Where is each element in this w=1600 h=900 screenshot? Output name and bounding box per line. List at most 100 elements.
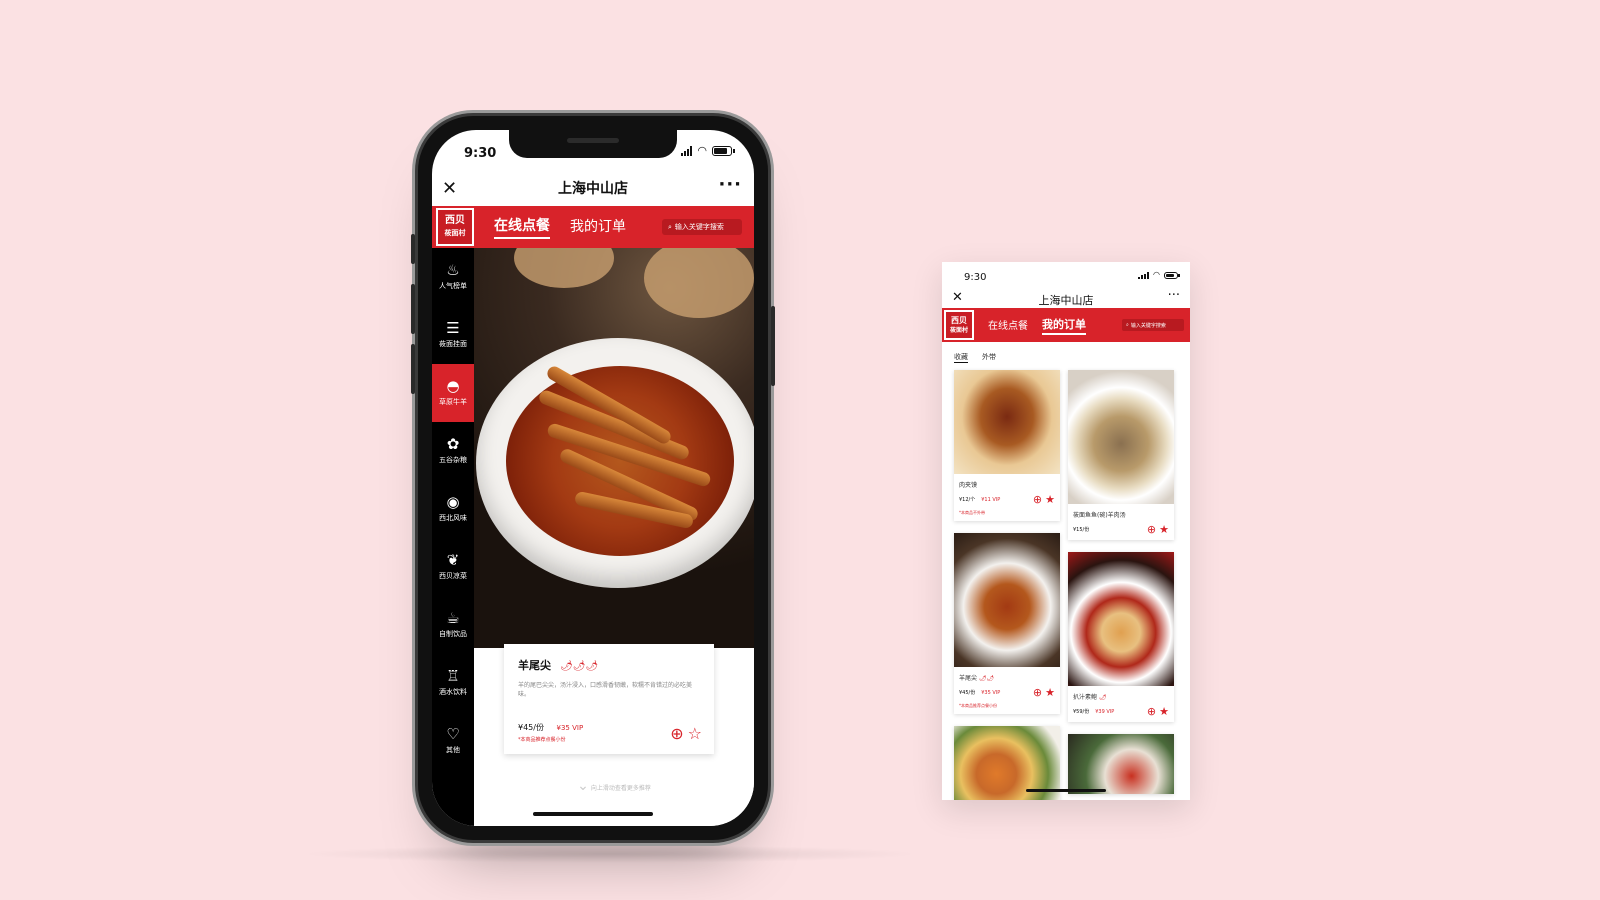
close-icon[interactable]: ✕ — [442, 178, 457, 199]
chevron-down-icon: ⌄ — [577, 778, 589, 794]
product-card[interactable]: 羊尾尖 🌶🌶 ¥45/份 ¥35 VIP ⊕ ★ *本商品推荐点餐小份 — [954, 533, 1060, 714]
product-image — [954, 370, 1060, 474]
product-image — [1068, 370, 1174, 504]
sidebar-item-noodles[interactable]: ☰ 莜面挂面 — [432, 306, 474, 364]
add-icon[interactable]: ⊕ — [1033, 493, 1042, 506]
brand-logo: 西贝 莜面村 — [944, 310, 974, 340]
bottle-icon: ♖ — [446, 667, 460, 685]
mini-program-titlebar: ✕ 上海中山店 ··· — [942, 288, 1190, 308]
notch — [509, 130, 677, 158]
header-bar: 西贝 莜面村 在线点餐 我的订单 ⌕ 输入关键字搜索 — [432, 206, 754, 248]
product-note: *本商品推荐点餐小份 — [959, 703, 997, 708]
add-icon[interactable]: ⊕ — [1147, 705, 1156, 718]
status-bar: 9:30 ◠ — [942, 262, 1190, 286]
chili-icon: 🌶 — [1098, 694, 1107, 701]
bowl-icon: ◓ — [446, 377, 460, 395]
battery-icon — [1164, 271, 1180, 279]
star-icon[interactable]: ★ — [1159, 523, 1169, 536]
product-image — [1068, 552, 1174, 686]
dish-note: *本商品推荐点餐小份 — [518, 737, 566, 743]
product-price: ¥59/份 — [1073, 709, 1090, 715]
add-icon[interactable]: ⊕ — [1033, 686, 1042, 699]
product-card[interactable]: 莜面鱼鱼(碗)羊肉汤 ¥15/份 ⊕ ★ — [1068, 370, 1174, 540]
home-indicator[interactable] — [1026, 789, 1106, 792]
category-sidebar: ♨ 人气榜单 ☰ 莜面挂面 ◓ 草原牛羊 ✿ 五谷杂粮 ◉ 西北风味 ❦ 西贝凉… — [432, 248, 474, 826]
sidebar-item-beef-mutton[interactable]: ◓ 草原牛羊 — [432, 364, 474, 422]
search-input[interactable]: ⌕ 输入关键字搜索 — [662, 219, 742, 235]
drink-icon: ☕ — [446, 609, 460, 627]
product-image — [1068, 734, 1174, 794]
product-card[interactable]: 扒汁素鲍 🌶 ¥59/份 ¥39 VIP ⊕ ★ — [1068, 552, 1174, 722]
star-icon[interactable]: ☆ — [688, 724, 702, 743]
order-subtabs: 收藏 外带 — [954, 352, 996, 363]
star-icon[interactable]: ★ — [1045, 686, 1055, 699]
search-input[interactable]: ⌕ 输入关键字搜索 — [1122, 319, 1184, 331]
volume-up-button — [411, 284, 415, 334]
flame-icon: ♨ — [446, 261, 460, 279]
close-icon[interactable]: ✕ — [952, 290, 963, 305]
sidebar-item-beverages[interactable]: ♖ 酒水饮料 — [432, 654, 474, 712]
presentation-stage: 9:30 ◠ ✕ 上海中山店 ··· 西贝 莜面村 在线点餐 我的订单 ⌕ 输入… — [0, 0, 1600, 900]
mini-program-titlebar: ✕ 上海中山店 ··· — [432, 174, 754, 206]
search-icon: ⌕ — [668, 222, 672, 231]
search-icon: ⌕ — [1126, 322, 1129, 328]
dish-name: 羊尾尖 — [518, 659, 551, 672]
chili-icon: 🌶🌶🌶 — [560, 661, 599, 672]
wifi-icon: ◠ — [697, 144, 707, 157]
more-icon[interactable]: ··· — [1168, 288, 1180, 303]
add-icon[interactable]: ⊕ — [1147, 523, 1156, 536]
phone-mockup-main: 9:30 ◠ ✕ 上海中山店 ··· 西贝 莜面村 在线点餐 我的订单 ⌕ 输入… — [411, 113, 775, 843]
sidebar-item-drinks[interactable]: ☕ 自制饮品 — [432, 596, 474, 654]
home-indicator[interactable] — [533, 812, 653, 816]
floor-shadow — [300, 845, 920, 863]
chili-icon: 🌶🌶 — [978, 675, 995, 682]
more-icon[interactable]: ··· — [718, 174, 742, 195]
product-price: ¥45/份 — [959, 690, 976, 696]
power-button — [771, 306, 775, 386]
star-icon[interactable]: ★ — [1159, 705, 1169, 718]
signal-icon — [1138, 271, 1150, 279]
product-name: 羊尾尖 🌶🌶 — [959, 675, 995, 682]
vip-price: ¥35 VIP — [556, 724, 584, 732]
signal-icon — [681, 145, 693, 156]
store-title: 上海中山店 — [558, 181, 628, 197]
tab-takeaway[interactable]: 外带 — [982, 352, 996, 363]
tab-favorites[interactable]: 收藏 — [954, 352, 968, 363]
dish-description: 羊的尾巴尖尖，汤汁浸入，口感滑香韧嫩，软糯不肯错过的必吃美味。 — [518, 682, 693, 698]
noodle-icon: ☰ — [446, 319, 460, 337]
add-icon[interactable]: ⊕ — [670, 724, 683, 743]
featured-dish-card[interactable]: 羊尾尖 🌶🌶🌶 羊的尾巴尖尖，汤汁浸入，口感滑香韧嫩，软糯不肯错过的必吃美味。 … — [504, 644, 714, 754]
product-name: 莜面鱼鱼(碗)羊肉汤 — [1073, 512, 1126, 519]
product-card[interactable] — [1068, 734, 1174, 794]
sidebar-item-cold-dishes[interactable]: ❦ 西贝凉菜 — [432, 538, 474, 596]
vegetable-icon: ❦ — [446, 551, 460, 569]
sidebar-item-northwest[interactable]: ◉ 西北风味 — [432, 480, 474, 538]
wifi-icon: ◠ — [1153, 270, 1160, 279]
product-price: ¥15/份 — [1073, 527, 1090, 533]
dish-photo — [474, 248, 754, 648]
product-name: 扒汁素鲍 🌶 — [1073, 694, 1107, 701]
tab-my-orders[interactable]: 我的订单 — [570, 216, 626, 238]
status-time: 9:30 — [464, 146, 497, 161]
product-image — [954, 533, 1060, 667]
status-time: 9:30 — [964, 272, 987, 283]
brand-logo: 西贝 莜面村 — [436, 208, 474, 246]
heart-icon: ♡ — [446, 725, 460, 743]
product-price: ¥12/个 — [959, 497, 976, 503]
tab-online-order[interactable]: 在线点餐 — [988, 317, 1028, 333]
mute-button — [411, 234, 415, 264]
menu-content: 羊尾尖 🌶🌶🌶 羊的尾巴尖尖，汤汁浸入，口感滑香韧嫩，软糯不肯错过的必吃美味。 … — [474, 248, 754, 826]
tab-my-orders[interactable]: 我的订单 — [1042, 316, 1086, 335]
grain-icon: ✿ — [446, 435, 460, 453]
tab-online-order[interactable]: 在线点餐 — [494, 215, 550, 239]
sidebar-item-other[interactable]: ♡ 其他 — [432, 712, 474, 770]
dish-price: ¥45/份 — [518, 723, 544, 732]
sidebar-item-grains[interactable]: ✿ 五谷杂粮 — [432, 422, 474, 480]
scroll-hint: ⌄ 向上滑动查看更多推荐 — [577, 778, 651, 794]
product-card[interactable]: 肉夹馍 ¥12/个 ¥11 VIP ⊕ ★ *本商品不外带 — [954, 370, 1060, 521]
volume-down-button — [411, 344, 415, 394]
sidebar-item-popular[interactable]: ♨ 人气榜单 — [432, 248, 474, 306]
store-title: 上海中山店 — [1038, 294, 1094, 307]
star-icon[interactable]: ★ — [1045, 493, 1055, 506]
vip-price: ¥39 VIP — [1095, 708, 1115, 715]
